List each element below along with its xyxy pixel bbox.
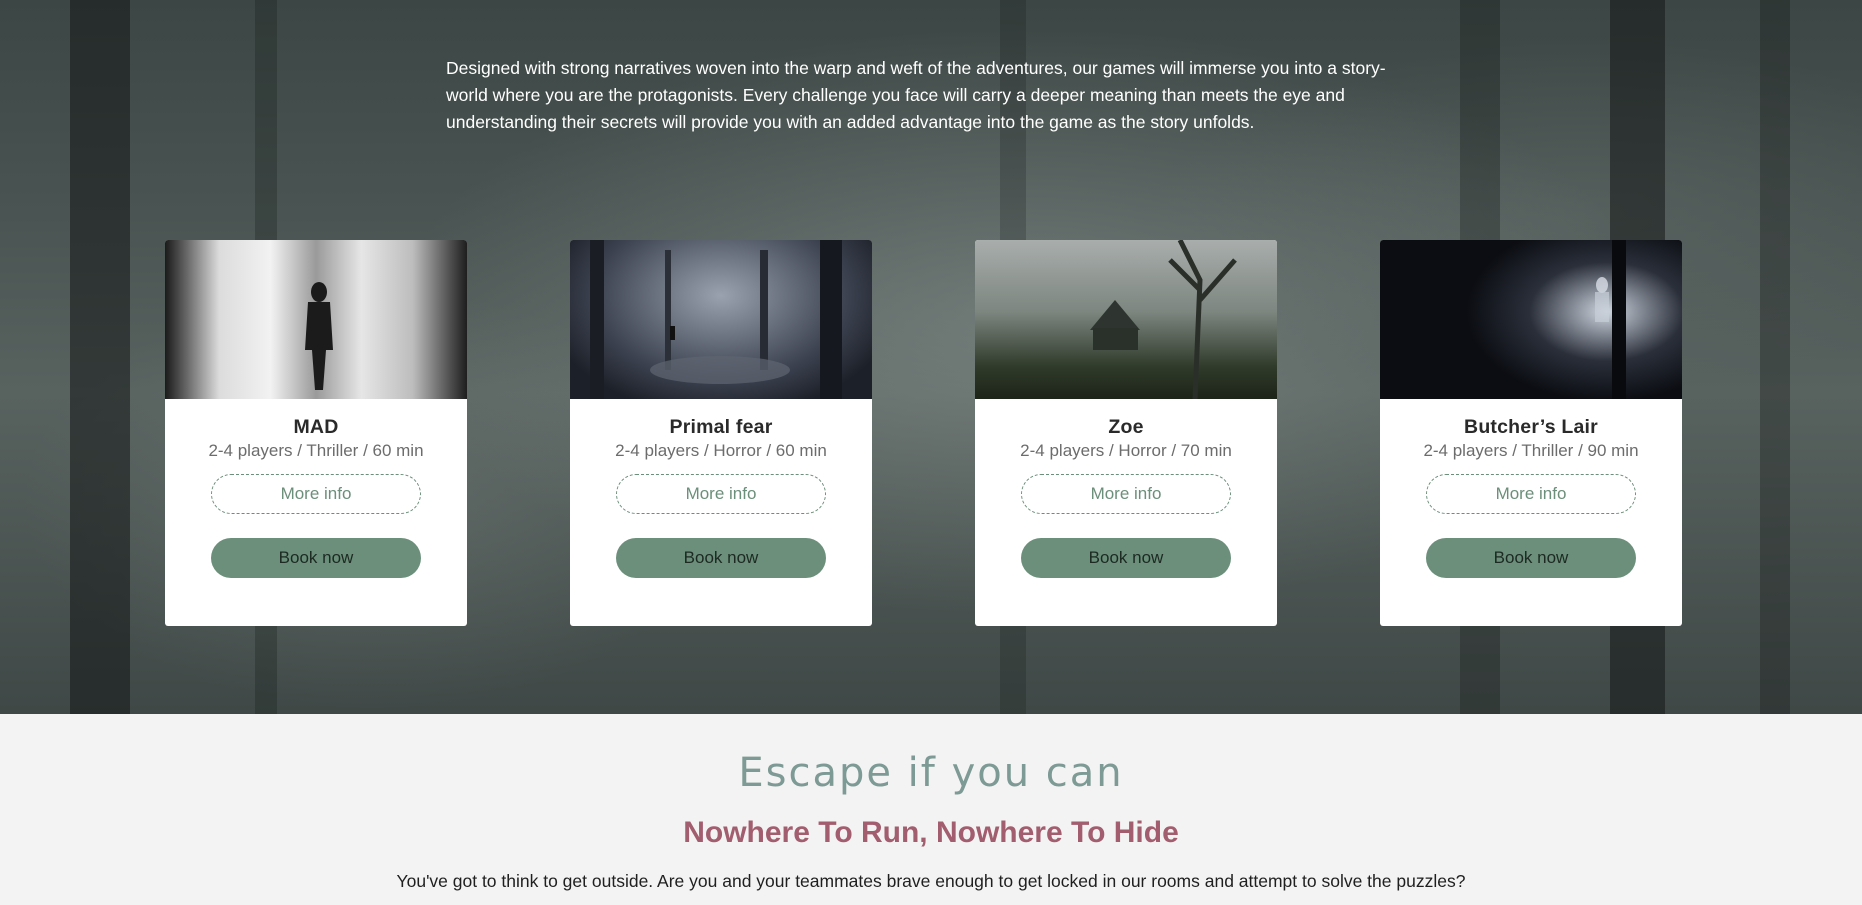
tree-trunk bbox=[70, 0, 130, 714]
more-info-button[interactable]: More info bbox=[211, 474, 421, 514]
game-image[interactable] bbox=[570, 240, 872, 399]
more-info-button[interactable]: More info bbox=[1021, 474, 1231, 514]
book-now-button[interactable]: Book now bbox=[1021, 538, 1231, 578]
cabin-art bbox=[1090, 240, 1237, 399]
game-title: Butcher’s Lair bbox=[1464, 416, 1598, 438]
silhouette-figure bbox=[305, 282, 333, 390]
hero-section: Designed with strong narratives woven in… bbox=[0, 0, 1862, 714]
ghost-figure-art bbox=[1595, 240, 1626, 399]
tree-trunk bbox=[1760, 0, 1790, 714]
game-image[interactable] bbox=[1380, 240, 1682, 399]
forest-path-art bbox=[590, 240, 842, 399]
game-image[interactable] bbox=[165, 240, 467, 399]
section-heading: Nowhere To Run, Nowhere To Hide bbox=[683, 816, 1179, 849]
section-script-title: Escape if you can bbox=[738, 750, 1124, 796]
hero-description: Designed with strong narratives woven in… bbox=[446, 58, 1386, 132]
game-card-zoe: Zoe 2-4 players / Horror / 70 min More i… bbox=[975, 240, 1277, 626]
more-info-button[interactable]: More info bbox=[1426, 474, 1636, 514]
game-meta: 2-4 players / Thriller / 90 min bbox=[1423, 441, 1639, 460]
book-now-button[interactable]: Book now bbox=[616, 538, 826, 578]
game-meta: 2-4 players / Horror / 70 min bbox=[1020, 441, 1232, 460]
book-now-button[interactable]: Book now bbox=[211, 538, 421, 578]
game-image[interactable] bbox=[975, 240, 1277, 399]
section-text: You've got to think to get outside. Are … bbox=[396, 871, 1466, 891]
game-title: Zoe bbox=[1108, 416, 1144, 438]
game-card-butchers-lair: Butcher’s Lair 2-4 players / Thriller / … bbox=[1380, 240, 1682, 626]
book-now-button[interactable]: Book now bbox=[1426, 538, 1636, 578]
game-title: MAD bbox=[293, 416, 339, 438]
more-info-button[interactable]: More info bbox=[616, 474, 826, 514]
game-meta: 2-4 players / Horror / 60 min bbox=[615, 441, 827, 460]
game-card-primal-fear: Primal fear 2-4 players / Horror / 60 mi… bbox=[570, 240, 872, 626]
game-title: Primal fear bbox=[669, 416, 773, 438]
game-meta: 2-4 players / Thriller / 60 min bbox=[208, 441, 424, 460]
game-card-mad: MAD 2-4 players / Thriller / 60 min More… bbox=[165, 240, 467, 626]
escape-section: Escape if you can Nowhere To Run, Nowher… bbox=[0, 714, 1862, 905]
